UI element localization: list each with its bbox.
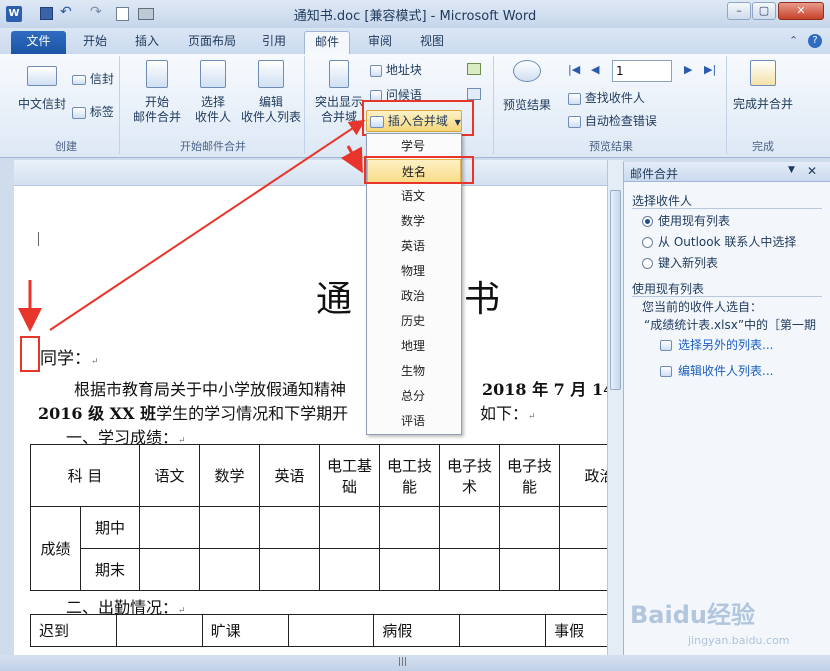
status-bar: ||| [0, 655, 830, 671]
annotation-arrows [18, 119, 366, 332]
resize-grip-icon[interactable]: ||| [398, 657, 407, 667]
baidu-watermark: Baidu经验 [630, 601, 755, 629]
baidu-watermark-url: jingyan.baidu.com [688, 634, 790, 647]
arrow-to-name-field [340, 145, 363, 174]
arrow-to-insert-merge-field [49, 119, 366, 331]
